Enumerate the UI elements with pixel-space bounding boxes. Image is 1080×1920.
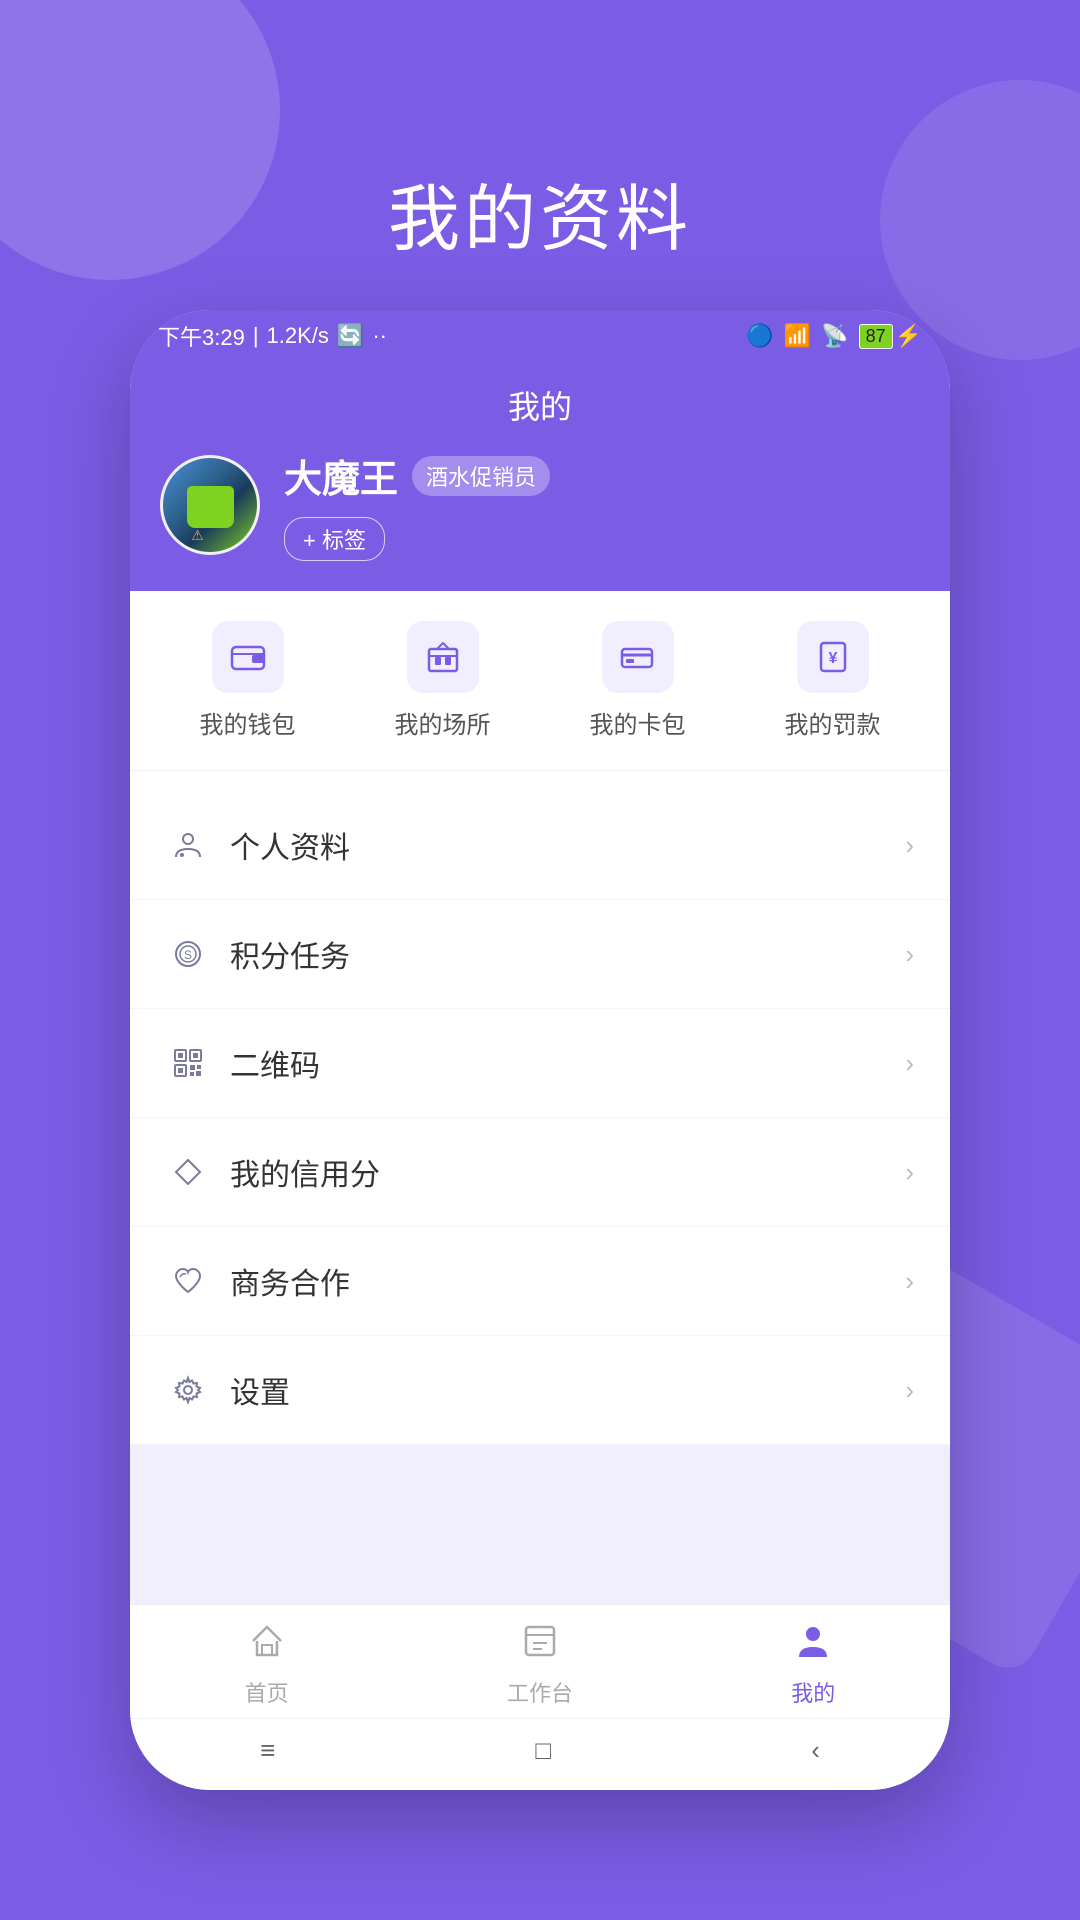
quick-label-wallet: 我的钱包 <box>200 705 296 740</box>
svg-text:S: S <box>184 948 192 962</box>
status-time: 下午3:29 <box>158 320 245 352</box>
wave-decoration <box>520 620 820 820</box>
nav-item-workbench[interactable]: 工作台 <box>470 1621 610 1660</box>
arrow-icon-profile: › <box>905 830 914 861</box>
tag-button[interactable]: + 标签 <box>284 517 385 561</box>
qr-icon <box>166 1041 210 1085</box>
nav-item-home[interactable]: 首页 <box>197 1621 337 1660</box>
menu-text-settings: 设置 <box>230 1368 885 1412</box>
arrow-icon-points: › <box>905 939 914 970</box>
menu-text-qr: 二维码 <box>230 1041 885 1085</box>
diamond-icon <box>166 1150 210 1194</box>
battery-icon: 87 ⚡ <box>859 323 922 349</box>
wallet-icon <box>212 621 284 693</box>
quick-label-venue: 我的场所 <box>395 705 491 740</box>
menu-item-points[interactable]: S 积分任务 › <box>130 900 950 1009</box>
gear-icon <box>166 1368 210 1412</box>
profile-header-title: 我的 <box>160 382 920 428</box>
svg-text:¥: ¥ <box>828 650 837 667</box>
quick-item-wallet[interactable]: 我的钱包 <box>200 621 296 740</box>
menu-item-credit[interactable]: 我的信用分 › <box>130 1118 950 1227</box>
phone-mockup: 下午3:29 | 1.2K/s 🔄 ·· 🔵 📶 📡 87 ⚡ 我的 <box>130 310 950 1790</box>
arrow-icon-qr: › <box>905 1048 914 1079</box>
battery-level: 87 <box>859 324 893 349</box>
arrow-icon-credit: › <box>905 1157 914 1188</box>
status-left: 下午3:29 | 1.2K/s 🔄 ·· <box>158 320 387 352</box>
status-right: 🔵 📶 📡 87 ⚡ <box>746 323 922 349</box>
menu-text-points: 积分任务 <box>230 932 885 976</box>
page-title: 我的资料 <box>0 160 1080 265</box>
coin-icon: S <box>166 932 210 976</box>
workbench-nav-icon <box>520 1621 560 1660</box>
nav-tabs: 首页 工作台 <box>130 1605 950 1660</box>
arrow-icon-biz: › <box>905 1266 914 1297</box>
avatar-image <box>163 458 257 552</box>
menu-text-profile: 个人资料 <box>230 823 885 867</box>
menu-text-biz: 商务合作 <box>230 1259 885 1303</box>
username-row: 大魔王 酒水促销员 <box>284 448 920 503</box>
avatar[interactable] <box>160 455 260 555</box>
quick-item-venue[interactable]: 我的场所 <box>395 621 491 740</box>
status-speed: 1.2K/s <box>267 323 329 349</box>
bottom-nav: 首页 工作台 <box>130 1604 950 1660</box>
home-nav-icon <box>247 1621 287 1660</box>
bluetooth-icon: 🔵 <box>746 323 773 349</box>
menu-list: 个人资料 › S 积分任务 › <box>130 791 950 1445</box>
username: 大魔王 <box>284 448 398 503</box>
status-network: | <box>253 323 259 349</box>
menu-text-credit: 我的信用分 <box>230 1150 885 1194</box>
person-icon <box>166 823 210 867</box>
menu-item-biz[interactable]: 商务合作 › <box>130 1227 950 1336</box>
venue-icon <box>407 621 479 693</box>
charging-icon: ⚡ <box>895 323 922 349</box>
phone-content: 我的 大魔王 酒水促销员 + 标签 <box>130 362 950 1660</box>
mine-nav-icon <box>793 1621 833 1660</box>
status-bar: 下午3:29 | 1.2K/s 🔄 ·· 🔵 📶 📡 87 ⚡ <box>130 310 950 362</box>
menu-item-qr[interactable]: 二维码 › <box>130 1009 950 1118</box>
signal-icon: 📶 <box>784 323 811 349</box>
phone-scroll[interactable]: 我的 大魔王 酒水促销员 + 标签 <box>130 362 950 1660</box>
status-dots: ·· <box>372 323 387 349</box>
wifi-icon: 📡 <box>821 323 848 349</box>
role-badge: 酒水促销员 <box>412 456 550 496</box>
nav-item-mine[interactable]: 我的 <box>743 1621 883 1660</box>
tag-button-label: + 标签 <box>303 523 366 555</box>
arrow-icon-settings: › <box>905 1375 914 1406</box>
profile-section: 我的 大魔王 酒水促销员 + 标签 <box>130 362 950 591</box>
menu-item-settings[interactable]: 设置 › <box>130 1336 950 1445</box>
heart-icon <box>166 1259 210 1303</box>
status-sync-icon: 🔄 <box>337 323 364 349</box>
profile-info: 大魔王 酒水促销员 + 标签 <box>160 448 920 561</box>
profile-details: 大魔王 酒水促销员 + 标签 <box>284 448 920 561</box>
